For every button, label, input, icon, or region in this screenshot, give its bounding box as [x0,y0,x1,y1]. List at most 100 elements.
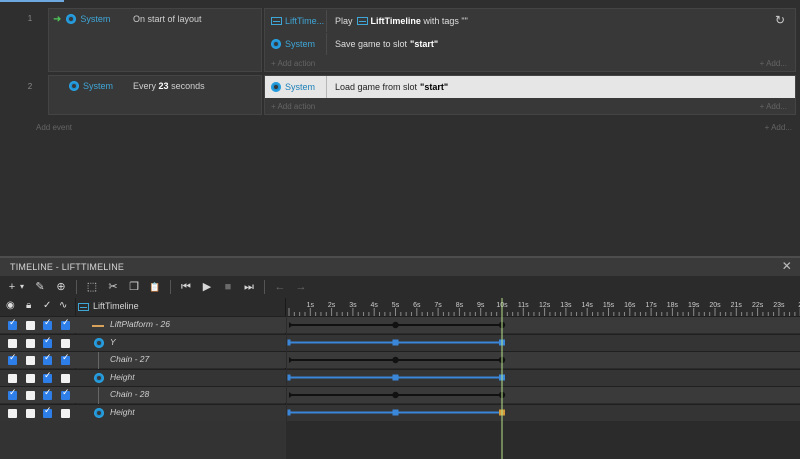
active-tab-indicator [0,0,64,2]
locked-checkbox[interactable] [26,408,35,418]
property-keyframe [392,409,399,416]
graph-checkbox[interactable] [61,353,70,365]
timeline-body: ◉ 🔒︎ ✓ ∿ LiftTimeline LiftPlatform - 26 Y… [0,298,800,459]
visible-checkbox[interactable] [8,408,17,418]
track-row[interactable]: Chain - 28 [0,386,286,404]
track-label: Height [110,371,135,382]
timeline-panel: TIMELINE - LIFTTIMELINE ✕ + ▾ ✎ ⊕ ⬚ ✂ ❐ … [0,256,800,459]
graph-checkbox[interactable] [61,318,70,330]
event-condition-area[interactable]: System Every 23 seconds [48,75,262,115]
track-row[interactable]: Height [0,368,286,386]
timeline-icon [271,17,282,25]
enabled-checkbox[interactable] [43,353,52,365]
trigger-arrow-icon: ➜ [53,13,62,25]
go-to-end-icon[interactable]: ⏭ [243,280,255,294]
action-object: System [265,33,327,55]
event-actions-area[interactable]: System Load game from slot "start" + Add … [264,75,796,115]
system-gear-icon [271,39,281,49]
condition-every-seconds[interactable]: System Every 23 seconds [69,76,205,96]
tree-connector [98,387,99,404]
timeline-tracks-area: 1s2s3s4s5s6s7s8s9s10s11s12s13s14s15s16s1… [287,298,800,459]
action-load-game[interactable]: System Load game from slot "start" [265,76,795,98]
play-icon[interactable]: ▶ [201,280,213,294]
locked-checkbox[interactable] [26,356,35,365]
graph-checkbox[interactable] [61,338,70,348]
locked-checkbox[interactable] [26,373,35,383]
graph-curve-icon[interactable]: ∿ [59,300,67,311]
add-menu-link[interactable]: + Add... [760,102,787,111]
enabled-checkbox[interactable] [43,318,52,330]
event-block-2[interactable]: 2 System Every 23 seconds System Load ga… [20,75,796,115]
toolbar-separator [170,280,171,294]
visibility-eye-icon[interactable]: ◉ [6,300,15,311]
refresh-icon[interactable]: ↻ [775,13,785,27]
add-event-link[interactable]: Add event [36,123,72,132]
add-track-icon[interactable]: + [6,280,18,294]
enabled-checkbox[interactable] [43,406,52,418]
visible-checkbox[interactable] [8,318,17,330]
visible-checkbox[interactable] [8,373,17,383]
action-save-game[interactable]: System Save game to slot "start" [265,33,795,55]
tree-connector [98,352,99,369]
edit-pencil-icon[interactable]: ✎ [34,280,46,294]
action-text: Load game from slot "start" [335,82,449,92]
copy-icon[interactable]: ❐ [128,280,140,294]
track-label: Chain - 28 [110,389,150,399]
locked-checkbox[interactable] [26,321,35,330]
graph-checkbox[interactable] [61,373,70,383]
track-row[interactable]: Chain - 27 [0,351,286,369]
graph-checkbox[interactable] [61,388,70,400]
enabled-checkbox[interactable] [43,388,52,400]
add-keyframe-icon[interactable]: ⊕ [55,280,67,294]
condition-start-of-layout[interactable]: ➜ System On start of layout [53,9,202,29]
keyframe-marker [392,391,399,399]
keyframe-marker [392,356,399,364]
property-keyframe [392,374,399,381]
event-condition-area[interactable]: ➜ System On start of layout [48,8,262,72]
track-row[interactable]: Height [0,403,286,421]
property-gear-icon [94,337,104,348]
event-sheet: 1 ➜ System On start of layout LiftTime..… [0,0,800,254]
visible-checkbox[interactable] [8,388,17,400]
start-keyframe-marker [289,322,293,328]
dropdown-chevron-icon[interactable]: ▾ [19,280,25,294]
track-label: Height [110,406,135,417]
redo-arrow-icon[interactable]: → [295,280,307,294]
cut-icon[interactable]: ✂ [107,280,119,294]
start-keyframe-marker [289,357,293,363]
condition-object: System [80,14,111,24]
go-to-start-icon[interactable]: ⏮ [180,280,192,294]
add-action-link[interactable]: + Add action [271,102,315,111]
locked-checkbox[interactable] [26,391,35,400]
add-action-link[interactable]: + Add action [271,59,315,68]
event-number: 2 [27,82,33,91]
toolbar-separator [264,280,265,294]
visible-checkbox[interactable] [8,353,17,365]
close-icon[interactable]: ✕ [782,259,792,273]
select-marquee-icon[interactable]: ⬚ [86,280,98,294]
locked-checkbox[interactable] [26,338,35,348]
empty-track-area [0,421,286,459]
track-label: Chain - 27 [110,354,150,364]
property-keyframe [287,409,291,416]
action-play-timeline[interactable]: LiftTime... Play LiftTimeline with tags … [265,10,795,32]
event-actions-area[interactable]: LiftTime... Play LiftTimeline with tags … [264,8,796,72]
undo-arrow-icon[interactable]: ← [274,280,286,294]
paste-icon[interactable]: 📋 [149,280,161,294]
timeline-icon [356,17,368,25]
track-row[interactable]: LiftPlatform - 26 [0,316,286,333]
lock-icon[interactable]: 🔒︎ [26,300,31,311]
visible-checkbox[interactable] [8,338,17,348]
add-event-menu-link[interactable]: + Add... [765,123,792,132]
event-block-1[interactable]: 1 ➜ System On start of layout LiftTime..… [20,8,796,72]
graph-checkbox[interactable] [61,408,70,418]
add-menu-link[interactable]: + Add... [760,59,787,68]
enabled-checkbox[interactable] [43,336,52,348]
enabled-check-icon[interactable]: ✓ [43,300,51,311]
action-text: Play LiftTimeline with tags "" [335,16,468,26]
track-row[interactable]: Y [0,333,286,351]
stop-icon[interactable]: ■ [222,280,234,294]
event-number: 1 [27,14,33,23]
property-gear-icon [94,407,104,418]
enabled-checkbox[interactable] [43,371,52,383]
